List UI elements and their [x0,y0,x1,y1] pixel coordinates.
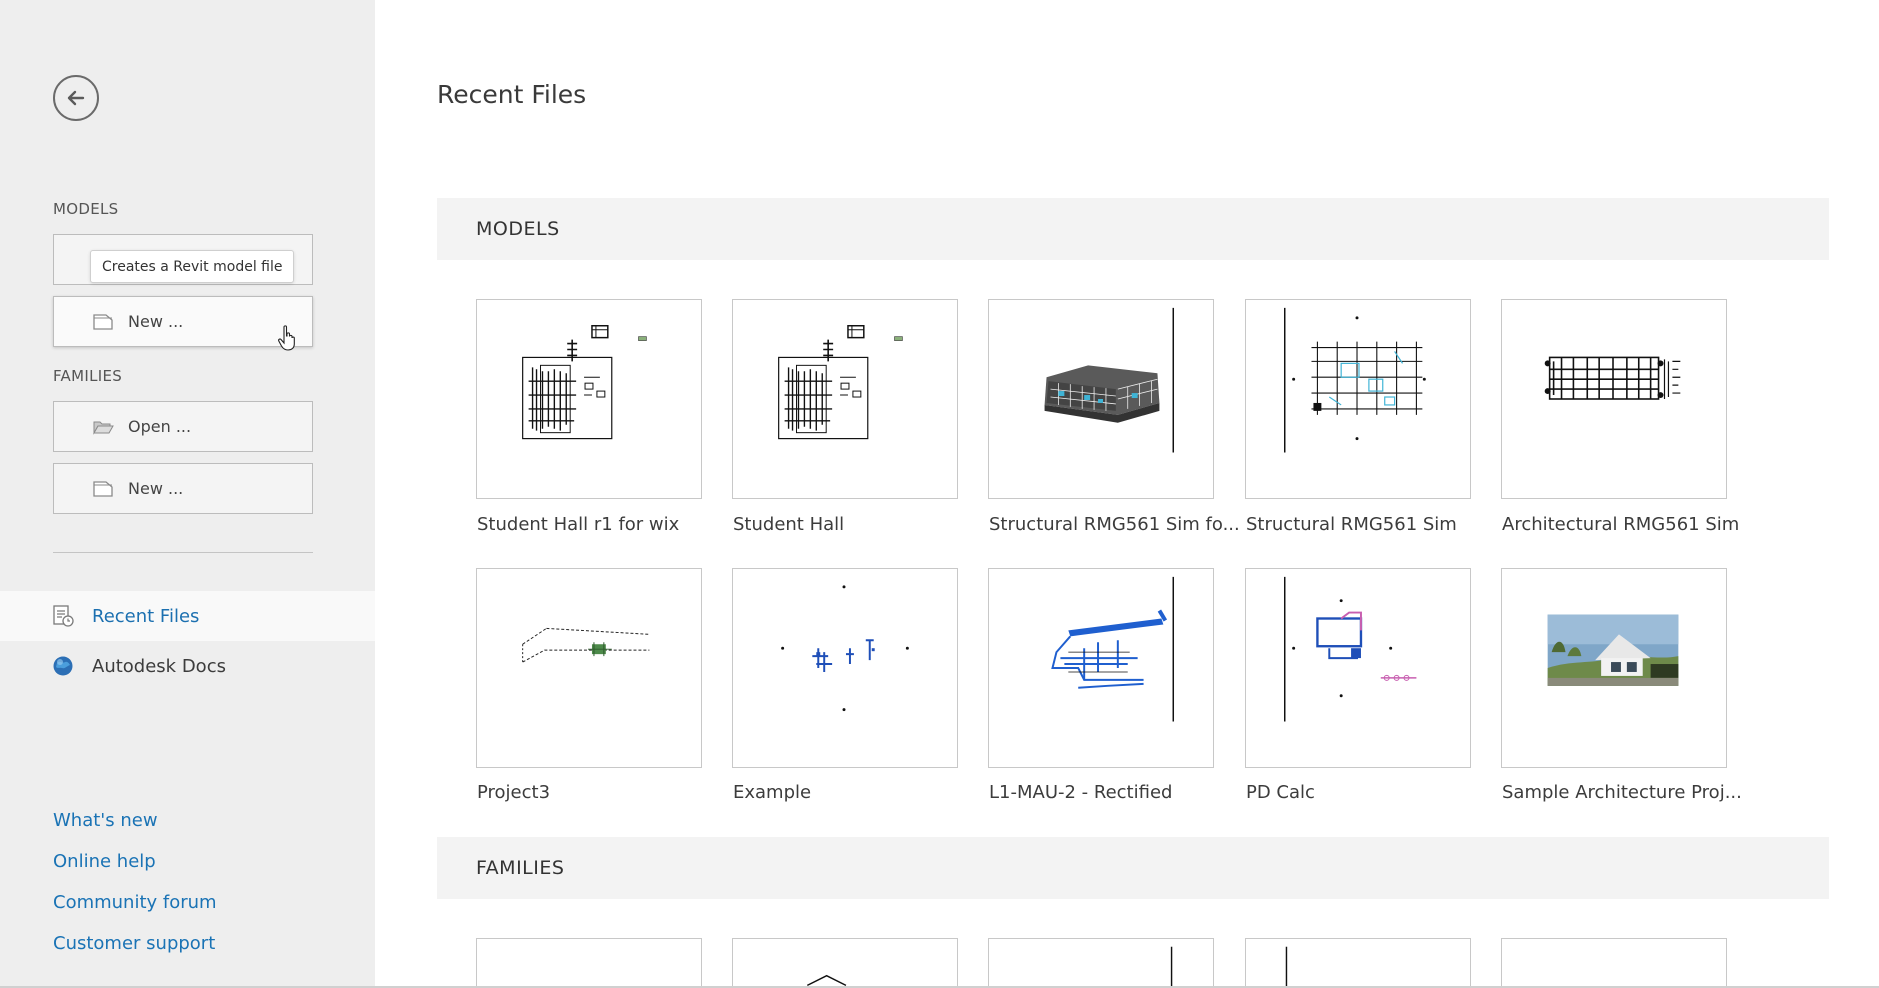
model-thumbnail[interactable] [476,299,702,499]
family-thumbnail[interactable] [1245,938,1471,988]
rendered-house-thumbnail [1547,614,1679,686]
floor-plan-thumbnail [522,324,647,440]
model-thumbnail[interactable] [988,568,1214,768]
family-thumbnail[interactable] [732,938,958,988]
families-new-button[interactable]: New ... [53,463,313,514]
model-name[interactable]: Architectural RMG561 Sim [1502,514,1742,535]
tooltip: Creates a Revit model file [90,250,295,283]
model-name[interactable]: Project3 [477,782,717,803]
new-file-icon [92,480,114,498]
model-thumbnail[interactable] [988,299,1214,499]
family-thumbnail[interactable] [1501,938,1727,988]
nav-recent-files-label: Recent Files [92,605,200,627]
nav-recent-files[interactable]: Recent Files [0,591,375,641]
model-thumbnail[interactable] [1245,299,1471,499]
model-thumbnail[interactable] [1501,299,1727,499]
open-folder-icon [92,418,114,436]
family-thumbnail[interactable] [988,938,1214,988]
link-whats-new[interactable]: What's new [53,810,158,831]
model-name[interactable]: Student Hall [733,514,973,535]
model-name[interactable]: L1-MAU-2 - Rectified [989,782,1229,803]
models-section-header: MODELS [437,198,1829,260]
models-new-label: New ... [128,312,184,331]
model-thumbnail[interactable] [476,568,702,768]
model-name[interactable]: Student Hall r1 for wix [477,514,717,535]
new-file-icon [92,313,114,331]
families-new-label: New ... [128,479,184,498]
models-new-button[interactable]: New ... [53,296,313,347]
model-thumbnail[interactable] [1501,568,1727,768]
back-button[interactable] [53,75,99,121]
recent-files-icon [52,605,74,627]
floor-plan-thumbnail [778,324,903,440]
duct-layout-thumbnail [1051,576,1175,722]
families-section-header: FAMILIES [437,837,1829,899]
model-name[interactable]: Structural RMG561 Sim fo... [989,514,1240,535]
model-thumbnail[interactable] [1245,568,1471,768]
pd-calc-thumbnail [1283,576,1417,722]
page-title: Recent Files [437,80,587,109]
nav-autodesk-docs-label: Autodesk Docs [92,655,226,677]
model-name[interactable]: Structural RMG561 Sim [1246,514,1486,535]
divider [53,552,313,553]
family-preview-thumbnail [806,974,847,987]
families-open-label: Open ... [128,417,192,436]
globe-icon [52,655,74,677]
link-customer-support[interactable]: Customer support [53,933,215,954]
floor-plan-thumbnail [1544,356,1681,400]
model-name[interactable]: Sample Architecture Proj... [1502,782,1742,803]
model-name[interactable]: PD Calc [1246,782,1486,803]
model-thumbnail[interactable] [732,568,958,768]
linear-plan-thumbnail [522,627,650,663]
3d-building-thumbnail [1044,307,1175,453]
nav-autodesk-docs[interactable]: Autodesk Docs [0,641,375,691]
model-thumbnail[interactable] [732,299,958,499]
link-online-help[interactable]: Online help [53,851,156,872]
families-open-button[interactable]: Open ... [53,401,313,452]
family-preview-thumbnail [1170,946,1173,988]
arrow-left-icon [67,90,85,106]
link-community-forum[interactable]: Community forum [53,892,217,913]
structural-plan-thumbnail [1283,307,1426,453]
family-preview-thumbnail [1285,946,1288,988]
piping-thumbnail [781,585,909,712]
families-heading: FAMILIES [53,367,123,385]
family-thumbnail[interactable] [476,938,702,988]
model-name[interactable]: Example [733,782,973,803]
sidebar: MODELS Creates a Revit model file New ..… [0,0,375,988]
mouse-cursor-icon [278,325,295,351]
models-heading: MODELS [53,200,119,218]
